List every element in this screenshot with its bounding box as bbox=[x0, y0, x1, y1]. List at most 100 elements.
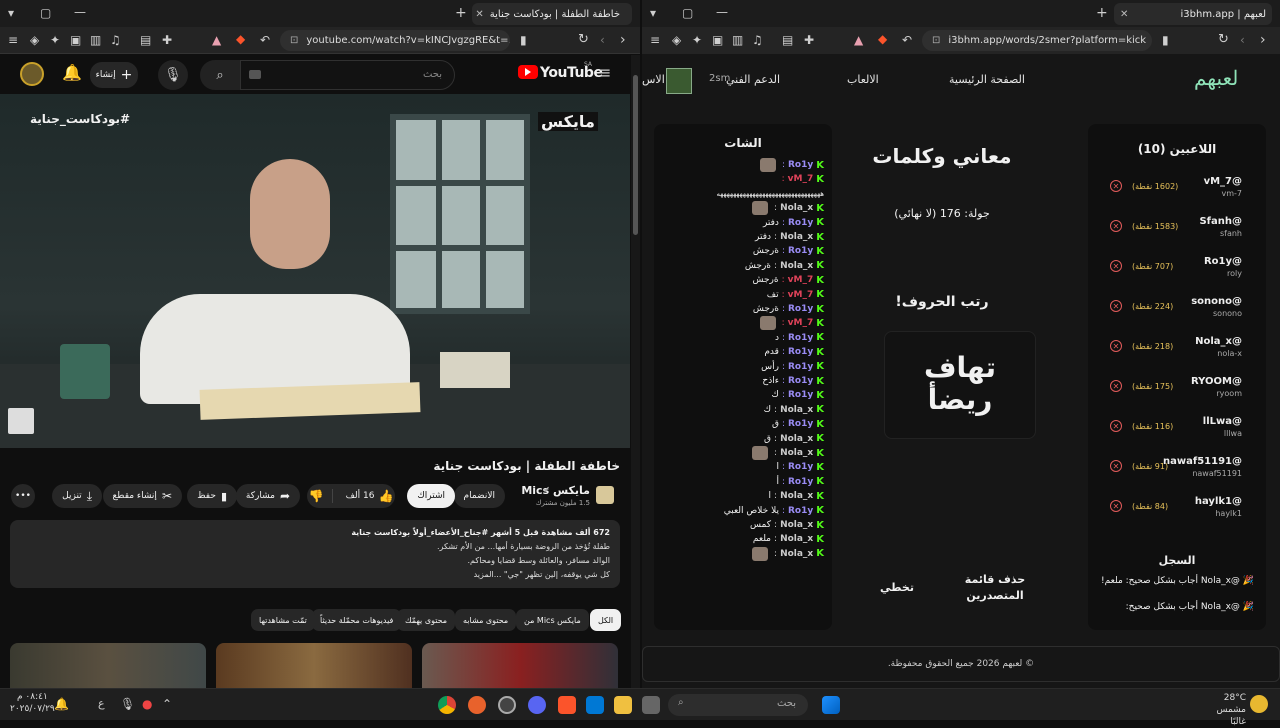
chip-recent[interactable]: فيديوهات محمّلة حديثاً bbox=[312, 609, 402, 631]
bookmark-icon[interactable]: ▮ bbox=[520, 34, 527, 46]
url-field[interactable]: ⊡ i3bhm.app/words/2smer?platform=kick bbox=[922, 30, 1152, 51]
wallet-icon[interactable]: ▣ bbox=[712, 34, 723, 46]
discord-icon[interactable] bbox=[528, 696, 546, 714]
firefox-icon[interactable] bbox=[468, 696, 486, 714]
tray-chevron-icon[interactable]: ⌃ bbox=[162, 698, 172, 710]
menu-icon[interactable]: ≡ bbox=[8, 34, 18, 46]
channel-watermark-logo-icon[interactable] bbox=[8, 408, 34, 434]
search-button[interactable]: ⌕ bbox=[200, 60, 240, 90]
chip-from-channel[interactable]: من Mics مايكس bbox=[516, 609, 589, 631]
clock[interactable]: ٠٨:٤١ م ٢٠٢٥/٠٧/٢٩ bbox=[10, 691, 55, 715]
extensions-icon[interactable]: ✦ bbox=[692, 34, 702, 46]
back-icon[interactable]: ‹ bbox=[600, 34, 605, 46]
chat-username[interactable]: Nola_x bbox=[780, 534, 813, 544]
puzzle-icon[interactable]: ✚ bbox=[804, 34, 814, 46]
sidebar-icon[interactable]: ▥ bbox=[90, 34, 101, 46]
channel-name[interactable]: مايكس Mics bbox=[521, 484, 590, 497]
remove-player-icon[interactable]: ✕ bbox=[1110, 340, 1122, 352]
chat-username[interactable]: Nola_x bbox=[780, 405, 813, 415]
youtube-logo-icon[interactable] bbox=[518, 65, 538, 79]
new-tab-icon[interactable]: + bbox=[1096, 6, 1108, 20]
chat-username[interactable]: Nola_x bbox=[780, 203, 813, 213]
wallet-icon[interactable]: ▣ bbox=[70, 34, 81, 46]
dislike-button[interactable]: 👎 bbox=[301, 489, 333, 503]
remove-player-icon[interactable]: ✕ bbox=[1110, 420, 1122, 432]
task-view-icon[interactable] bbox=[642, 696, 660, 714]
windows-start-icon[interactable] bbox=[822, 696, 840, 714]
keyboard-icon[interactable] bbox=[249, 70, 261, 79]
share-icon[interactable]: ↶ bbox=[902, 34, 912, 46]
remove-player-icon[interactable]: ✕ bbox=[1110, 300, 1122, 312]
file-explorer-icon[interactable] bbox=[614, 696, 632, 714]
site-info-icon[interactable]: ⊡ bbox=[290, 35, 298, 46]
tab-list-icon[interactable]: ▾ bbox=[650, 7, 656, 19]
reader-icon[interactable]: ▤ bbox=[782, 34, 793, 46]
avatar[interactable] bbox=[20, 62, 44, 86]
chat-username[interactable]: Nola_x bbox=[780, 434, 813, 444]
scrollbar[interactable] bbox=[631, 55, 640, 688]
site-info-icon[interactable]: ⊡ bbox=[932, 35, 940, 46]
chat-username[interactable]: Nola_x bbox=[780, 520, 813, 530]
puzzle-icon[interactable]: ✚ bbox=[162, 34, 172, 46]
close-tab-icon[interactable]: ✕ bbox=[475, 9, 483, 20]
microphone-icon[interactable]: 🎙 bbox=[120, 698, 135, 710]
chip-for-you[interactable]: محتوى يهمّك bbox=[397, 609, 456, 631]
clip-button[interactable]: ✂ إنشاء مقطع bbox=[102, 484, 182, 508]
maximize-icon[interactable]: ▢ bbox=[40, 7, 51, 19]
chat-username[interactable]: Nola_x bbox=[780, 232, 813, 242]
skip-button[interactable]: تخطي bbox=[872, 581, 922, 594]
save-button[interactable]: ▮ حفظ bbox=[187, 484, 237, 508]
obs-icon[interactable] bbox=[498, 696, 516, 714]
chat-username[interactable]: vM_7 bbox=[788, 290, 814, 300]
chat-username[interactable]: Nola_x bbox=[780, 448, 813, 458]
store-icon[interactable] bbox=[586, 696, 604, 714]
chat-username[interactable]: Nola_x bbox=[780, 549, 813, 559]
chat-username[interactable]: vM_7 bbox=[788, 174, 814, 184]
video-player[interactable]: #بودكاست_جناية مايكس bbox=[0, 94, 630, 448]
shield-icon[interactable]: ◈ bbox=[672, 34, 681, 46]
download-button[interactable]: ⤓ تنزيل bbox=[52, 484, 102, 508]
brave-icon[interactable]: ◆ bbox=[878, 33, 887, 45]
chat-username[interactable]: Nola_x bbox=[780, 491, 813, 501]
remove-player-icon[interactable]: ✕ bbox=[1110, 380, 1122, 392]
reader-icon[interactable]: ▤ bbox=[140, 34, 151, 46]
chat-username[interactable]: Ro1y bbox=[788, 477, 813, 487]
notifications-icon[interactable]: 🔔 bbox=[62, 65, 82, 81]
shield-icon[interactable]: ◈ bbox=[30, 34, 39, 46]
sidebar-icon[interactable]: ▥ bbox=[732, 34, 743, 46]
recommended-thumbnail[interactable] bbox=[422, 643, 618, 688]
recommended-thumbnail[interactable] bbox=[10, 643, 206, 688]
rewards-icon[interactable]: ▲ bbox=[854, 34, 863, 46]
chat-username[interactable]: Ro1y bbox=[788, 362, 813, 372]
tab-lbhm[interactable]: لعبهم | i3bhm.app ✕ bbox=[1114, 3, 1272, 25]
forward-icon[interactable]: › bbox=[620, 33, 626, 47]
chat-username[interactable]: Ro1y bbox=[788, 246, 813, 256]
chat-username[interactable]: Ro1y bbox=[788, 390, 813, 400]
chip-watched[interactable]: تمّت مشاهدتها bbox=[251, 609, 315, 631]
tab-youtube[interactable]: خاطفة الطفلة | بودكاست جناية ✕ bbox=[472, 3, 632, 25]
nav-username[interactable]: 2sm bbox=[709, 73, 730, 84]
chat-username[interactable]: Ro1y bbox=[788, 376, 813, 386]
brave-taskbar-icon[interactable] bbox=[558, 696, 576, 714]
minimize-icon[interactable]: — bbox=[716, 6, 728, 18]
subscribe-button[interactable]: اشتراك bbox=[407, 484, 455, 508]
channel-avatar[interactable] bbox=[596, 486, 614, 504]
nav-games[interactable]: الالعاب bbox=[847, 73, 879, 86]
remove-player-icon[interactable]: ✕ bbox=[1110, 460, 1122, 472]
site-logo[interactable]: لعبهم bbox=[1194, 66, 1238, 90]
chrome-icon[interactable] bbox=[438, 696, 456, 714]
chat-username[interactable]: Ro1y bbox=[788, 160, 813, 170]
chat-username[interactable]: Ro1y bbox=[788, 419, 813, 429]
nav-more[interactable]: الاس bbox=[642, 73, 665, 86]
weather-widget[interactable]: 28°C مشمس غالبًا bbox=[1206, 692, 1246, 728]
brave-icon[interactable]: ◆ bbox=[236, 33, 245, 45]
share-button[interactable]: ➦ مشاركة bbox=[235, 484, 300, 508]
minimize-icon[interactable]: — bbox=[74, 6, 86, 18]
maximize-icon[interactable]: ▢ bbox=[682, 7, 693, 19]
language-indicator[interactable]: ع bbox=[98, 698, 105, 709]
chat-username[interactable]: Ro1y bbox=[788, 462, 813, 472]
reload-icon[interactable]: ↻ bbox=[578, 33, 589, 46]
delete-leaderboard-button[interactable]: حذف قائمة المتصدرين bbox=[960, 572, 1030, 604]
chat-username[interactable]: Ro1y bbox=[788, 506, 813, 516]
like-button[interactable]: 👍 16 ألف bbox=[338, 489, 402, 503]
